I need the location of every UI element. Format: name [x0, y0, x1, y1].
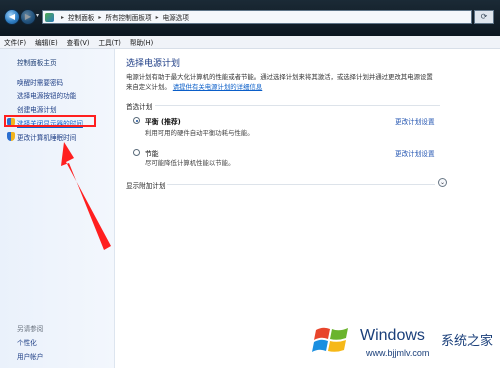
windows-logo-icon	[312, 327, 348, 352]
annotation-arrow	[61, 142, 111, 250]
watermark-subtitle: 系统之家	[441, 334, 494, 349]
watermark-url: www.bjjmlv.com	[366, 348, 430, 358]
annotation-arrow-shape	[61, 142, 111, 250]
watermark-brand: Windows	[360, 327, 425, 344]
